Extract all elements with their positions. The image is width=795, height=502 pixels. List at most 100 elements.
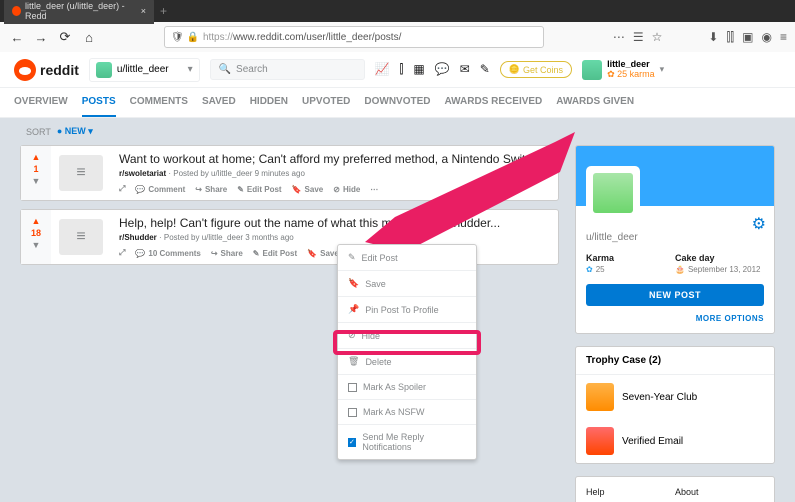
- shield-icon: 🛡: [171, 32, 184, 43]
- expand-button[interactable]: ⤢: [119, 248, 125, 258]
- checkbox-checked-icon: [348, 438, 356, 447]
- save-button[interactable]: 🔖 Save: [307, 249, 339, 258]
- coin-icon: 🪙: [509, 64, 520, 75]
- post-title[interactable]: Help, help! Can't figure out the name of…: [119, 216, 550, 230]
- post-item[interactable]: ▲ 18 ▼ ≡ Help, help! Can't figure out th…: [20, 209, 559, 265]
- sort-mode: ● NEW ▾: [57, 126, 93, 137]
- close-icon[interactable]: ×: [141, 6, 146, 16]
- ctx-edit-post[interactable]: ✎Edit Post: [338, 245, 476, 270]
- comments-button[interactable]: 💬 Comment: [135, 185, 185, 194]
- forward-button[interactable]: →: [32, 28, 50, 46]
- expand-button[interactable]: ⤢: [119, 184, 125, 194]
- menu-icon[interactable]: ≡: [780, 30, 787, 45]
- new-tab-button[interactable]: +: [160, 4, 167, 18]
- trophy-icon: [586, 383, 614, 411]
- messages-icon[interactable]: ✉: [460, 62, 470, 77]
- more-icon[interactable]: ⋯: [613, 30, 625, 45]
- back-button[interactable]: ←: [8, 28, 26, 46]
- tab-bar: little_deer (u/little_deer) - Redd × +: [0, 0, 795, 22]
- footer-links: Help Reddit App Reddit Coins Reddit Prem…: [575, 476, 775, 502]
- vote-score: 18: [31, 228, 41, 238]
- favicon-icon: [12, 6, 21, 16]
- checkbox-icon: [348, 383, 357, 392]
- tab-awards-received[interactable]: AWARDS RECEIVED: [444, 88, 542, 117]
- save-button[interactable]: 🔖 Save: [292, 185, 324, 194]
- profile-username: u/little_deer: [586, 232, 764, 243]
- snoo-icon: [14, 59, 36, 81]
- ctx-hide[interactable]: ⊘Hide: [338, 322, 476, 348]
- text-post-icon: ≡: [59, 219, 103, 255]
- tab-saved[interactable]: SAVED: [202, 88, 236, 117]
- more-options-link[interactable]: MORE OPTIONS: [586, 314, 764, 323]
- footer-link[interactable]: About: [675, 487, 764, 497]
- post-list: ▲ 1 ▼ ≡ Want to workout at home; Can't a…: [20, 145, 559, 502]
- account-icon[interactable]: ◉: [762, 30, 772, 45]
- tab-posts[interactable]: POSTS: [82, 88, 116, 117]
- user-menu[interactable]: little_deer ✿ 25 karma ▾: [582, 59, 664, 80]
- reload-button[interactable]: ⟳: [56, 28, 74, 46]
- community-dropdown[interactable]: u/little_deer: [89, 58, 200, 82]
- tab-upvoted[interactable]: UPVOTED: [302, 88, 350, 117]
- search-input[interactable]: 🔍 Search: [210, 59, 365, 80]
- url-path: www.reddit.com/user/little_deer/posts/: [233, 32, 401, 43]
- cakeday-value: 🎂September 13, 2012: [675, 265, 764, 274]
- reader-icon[interactable]: ☰: [633, 30, 644, 45]
- edit-button[interactable]: ✎ Edit Post: [237, 185, 281, 194]
- reddit-logo[interactable]: reddit: [14, 59, 79, 81]
- get-coins-button[interactable]: 🪙 Get Coins: [500, 61, 572, 78]
- avatar-icon: [96, 62, 112, 78]
- home-button[interactable]: ⌂: [80, 28, 98, 46]
- new-post-button[interactable]: NEW POST: [586, 284, 764, 306]
- downvote-button[interactable]: ▼: [32, 240, 41, 250]
- ctx-delete[interactable]: 🗑Delete: [338, 348, 476, 374]
- downvote-button[interactable]: ▼: [32, 176, 41, 186]
- upvote-button[interactable]: ▲: [32, 152, 41, 162]
- rpan-icon[interactable]: ▦: [413, 62, 424, 77]
- cakeday-label: Cake day: [675, 253, 764, 263]
- sidebar-icon[interactable]: ▣: [742, 30, 753, 45]
- context-menu: ✎Edit Post 🔖Save 📌Pin Post To Profile ⊘H…: [337, 244, 477, 460]
- download-icon[interactable]: ⬇: [708, 30, 718, 45]
- upvote-button[interactable]: ▲: [32, 216, 41, 226]
- sort-control[interactable]: SORT ● NEW ▾: [0, 118, 795, 145]
- hide-button[interactable]: ⊘ Hide: [333, 185, 360, 194]
- create-post-icon[interactable]: ✎: [480, 62, 490, 77]
- edit-button[interactable]: ✎ Edit Post: [253, 249, 297, 258]
- ctx-spoiler[interactable]: Mark As Spoiler: [338, 374, 476, 399]
- karma-value: ✿25: [586, 265, 675, 274]
- tab-downvoted[interactable]: DOWNVOTED: [364, 88, 430, 117]
- ctx-save[interactable]: 🔖Save: [338, 270, 476, 296]
- settings-icon[interactable]: ⚙: [752, 214, 766, 234]
- post-meta: r/swoletariat · Posted by u/little_deer …: [119, 169, 550, 178]
- checkbox-icon: [348, 408, 357, 417]
- profile-tabs: OVERVIEW POSTS COMMENTS SAVED HIDDEN UPV…: [0, 88, 795, 118]
- ctx-nsfw[interactable]: Mark As NSFW: [338, 399, 476, 424]
- comments-button[interactable]: 💬 10 Comments: [135, 249, 200, 258]
- browser-tab[interactable]: little_deer (u/little_deer) - Redd ×: [4, 0, 154, 24]
- all-icon[interactable]: ⫿: [400, 62, 404, 77]
- tab-overview[interactable]: OVERVIEW: [14, 88, 68, 117]
- url-input[interactable]: 🛡 🔒 https://www.reddit.com/user/little_d…: [164, 26, 544, 48]
- user-name: little_deer: [607, 59, 655, 69]
- tab-title: little_deer (u/little_deer) - Redd: [25, 1, 137, 21]
- post-item[interactable]: ▲ 1 ▼ ≡ Want to workout at home; Can't a…: [20, 145, 559, 201]
- footer-link[interactable]: Help: [586, 487, 675, 497]
- pin-icon: 📌: [348, 304, 359, 315]
- tab-comments[interactable]: COMMENTS: [130, 88, 188, 117]
- bookmark-icon[interactable]: ☆: [652, 30, 663, 45]
- tab-hidden[interactable]: HIDDEN: [250, 88, 288, 117]
- vote-widget: ▲ 18 ▼: [21, 210, 51, 264]
- share-button[interactable]: ↪ Share: [195, 185, 227, 194]
- popular-icon[interactable]: 📈: [375, 62, 390, 77]
- hide-icon: ⊘: [348, 330, 356, 341]
- more-button[interactable]: ⋯: [370, 185, 378, 194]
- tab-awards-given[interactable]: AWARDS GIVEN: [556, 88, 634, 117]
- ctx-pin[interactable]: 📌Pin Post To Profile: [338, 296, 476, 322]
- community-name: u/little_deer: [117, 64, 169, 75]
- library-icon[interactable]: ⫿⫿: [726, 30, 734, 45]
- chat-icon[interactable]: 💬: [435, 62, 450, 77]
- post-title[interactable]: Want to workout at home; Can't afford my…: [119, 152, 550, 166]
- search-icon: 🔍: [219, 64, 231, 75]
- ctx-notifications[interactable]: Send Me Reply Notifications: [338, 424, 476, 459]
- share-button[interactable]: ↪ Share: [211, 249, 243, 258]
